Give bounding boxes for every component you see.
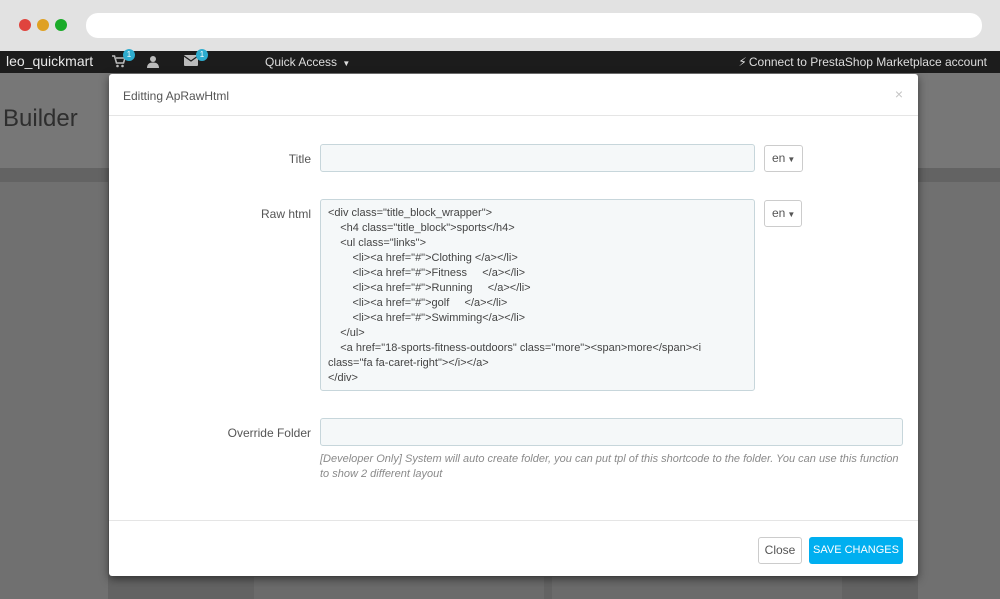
shop-name-link[interactable]: leo_quickmart [6, 53, 93, 69]
title-label: Title [288, 152, 311, 166]
connect-marketplace-link[interactable]: ⚡ Connect to PrestaShop Marketplace accou… [738, 55, 987, 69]
close-icon[interactable]: × [895, 86, 903, 102]
background-panel [918, 182, 1000, 599]
background-panel [0, 182, 108, 599]
browser-chrome [0, 0, 1000, 51]
connect-label: Connect to PrestaShop Marketplace accoun… [748, 55, 987, 69]
save-changes-button[interactable]: SAVE CHANGES [809, 537, 903, 564]
window-close-dot[interactable] [19, 19, 31, 31]
chevron-down-icon: ▼ [787, 155, 796, 164]
title-language-dropdown[interactable]: en ▼ [764, 145, 803, 172]
override-folder-label: Override Folder [227, 426, 311, 440]
title-language-label: en [772, 151, 786, 165]
title-input[interactable] [320, 144, 755, 172]
user-icon[interactable] [147, 55, 163, 69]
raw-html-textarea[interactable]: <div class="title_block_wrapper"> <h4 cl… [320, 199, 755, 391]
override-folder-help-text: [Developer Only] System will auto create… [320, 453, 899, 480]
raw-html-label: Raw html [260, 207, 311, 221]
background-card [254, 577, 544, 599]
page-title: Builder [3, 105, 78, 132]
raw-html-language-label: en [772, 206, 786, 220]
modal-header: Editting ApRawHtml × [109, 74, 918, 116]
quick-access-menu[interactable]: Quick Access ▼ [265, 55, 350, 69]
window-maximize-dot[interactable] [55, 19, 67, 31]
modal-footer: Close SAVE CHANGES [109, 520, 918, 576]
admin-header: leo_quickmart 1 1 Quick Access ▼ ⚡ Connec… [0, 49, 1000, 73]
close-button[interactable]: Close [758, 537, 802, 564]
raw-html-language-dropdown[interactable]: en ▼ [764, 200, 802, 227]
address-bar[interactable] [86, 13, 982, 38]
chevron-down-icon: ▼ [787, 210, 796, 219]
quick-access-label: Quick Access [265, 55, 338, 69]
plug-icon: ⚡ [738, 55, 747, 69]
cart-badge: 1 [123, 49, 135, 61]
modal-title: Editting ApRawHtml [123, 89, 230, 103]
chevron-down-icon: ▼ [342, 59, 351, 68]
mail-badge: 1 [196, 49, 208, 61]
edit-modal: Editting ApRawHtml × Title en ▼ Raw html … [109, 74, 918, 576]
override-folder-input[interactable] [320, 418, 903, 446]
background-card [552, 577, 842, 599]
window-minimize-dot[interactable] [37, 19, 49, 31]
